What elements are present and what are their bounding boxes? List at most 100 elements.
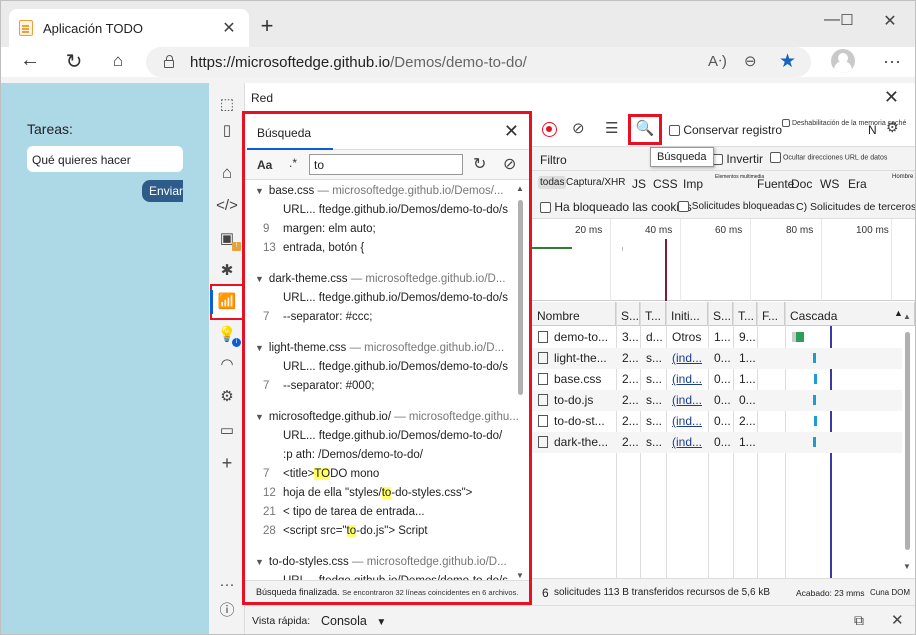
result-line[interactable]: URL... ftedge.github.io/Demos/demo-to-do… (245, 427, 519, 446)
type-filter-2[interactable]: JS (632, 177, 646, 191)
close-window-icon[interactable]: ✕ (875, 11, 905, 31)
table-scroll-down-icon[interactable]: ▼ (903, 562, 911, 571)
home-icon[interactable]: ⌂ (104, 51, 132, 71)
type-filter-0[interactable]: todas (538, 176, 567, 189)
network-search-button[interactable]: 🔍 (628, 114, 662, 145)
table-scroll-up-icon[interactable]: ▲ (903, 312, 911, 321)
table-row[interactable]: demo-to... 3... d... Otros 1... 9... (532, 327, 902, 348)
result-line[interactable]: 7 --separator: #ccc; (245, 308, 519, 327)
browser-tab[interactable]: Aplicación TODO ✕ (9, 9, 249, 47)
table-row[interactable]: base.css 2... s... (ind... 0... 1... (532, 369, 902, 390)
table-row[interactable]: to-do.js 2... s... (ind... 0... 0... (532, 390, 902, 411)
search-scrollbar[interactable]: ▲ ▼ (516, 184, 525, 580)
search-input[interactable]: to (309, 154, 463, 175)
expand-triangle-icon[interactable]: ▼ (255, 274, 264, 284)
scroll-up-icon[interactable]: ▲ (516, 184, 524, 193)
column-header-3[interactable]: Initi... (666, 302, 708, 326)
maximize-icon[interactable]: ☐ (832, 11, 862, 29)
initiator-link[interactable]: (ind... (672, 393, 702, 407)
network-wifi-icon[interactable]: 📶 (210, 284, 244, 320)
type-filter-8[interactable]: WS (820, 177, 839, 191)
expand-triangle-icon[interactable]: ▼ (255, 343, 264, 353)
table-row[interactable]: to-do-st... 2... s... (ind... 0... 2... (532, 411, 902, 432)
throttle-dropdown[interactable]: N (868, 123, 877, 137)
read-aloud-icon[interactable]: A͏ᐧ) (708, 52, 727, 70)
scroll-down-icon[interactable]: ▼ (516, 571, 524, 580)
more-menu-icon[interactable]: ··· (883, 51, 901, 72)
type-filter-1[interactable]: Captura/XHR (566, 177, 625, 188)
result-line[interactable]: URL... ftedge.github.io/Demos/demo-to-do… (245, 201, 519, 220)
record-icon[interactable] (542, 122, 557, 137)
initiator-link[interactable]: (ind... (672, 351, 702, 365)
more-options-icon[interactable]: ··· (215, 573, 239, 597)
sources-bug-icon[interactable]: ✱ (215, 259, 239, 283)
type-filter-6[interactable]: Fuente (757, 177, 794, 191)
timeline-overview[interactable]: 20 ms 40 ms 60 ms 80 ms 100 ms (532, 219, 915, 301)
filter-icon[interactable]: ☰ (605, 119, 618, 137)
memory-chip-icon[interactable]: ⚙ (215, 385, 239, 409)
console-icon[interactable]: ▣! (215, 227, 241, 251)
blocked-cookies-checkbox[interactable]: Ha bloqueado las cookies (540, 200, 692, 214)
elements-icon[interactable]: </> (215, 194, 239, 218)
result-line[interactable]: URL... ftedge.github.io/Demos/demo-to-do… (245, 289, 519, 308)
table-row[interactable]: light-the... 2... s... (ind... 0... 1... (532, 348, 902, 369)
refresh-icon[interactable]: ↻ (60, 49, 88, 74)
close-devtools-icon[interactable]: ✕ (884, 87, 899, 108)
clear-search-icon[interactable]: ⊘ (503, 154, 516, 174)
initiator-link[interactable]: (ind... (672, 435, 702, 449)
type-filter-10[interactable]: Hombre (892, 174, 913, 180)
result-line[interactable]: :p ath: /Demos/demo-to-do/ (245, 446, 519, 465)
close-search-icon[interactable]: ✕ (504, 121, 519, 142)
expand-triangle-icon[interactable]: ▼ (255, 186, 264, 196)
result-line[interactable]: 28 <script src="to-do.js"> Script (245, 522, 519, 541)
performance-gauge-icon[interactable]: ◠ (215, 353, 239, 377)
result-line[interactable]: URL... ftedge.github.io/Demos/demo-to-do… (245, 358, 519, 377)
table-row[interactable]: dark-the... 2... s... (ind... 0... 1... (532, 432, 902, 453)
sort-ascending-icon[interactable]: ▲ (894, 308, 903, 318)
tab-search[interactable]: Búsqueda (257, 126, 311, 140)
favorite-star-icon[interactable]: ★ (779, 50, 796, 73)
third-party-checkbox[interactable]: C) Solicitudes de terceros (796, 201, 915, 213)
quick-view-select[interactable]: Consola ▼ (321, 614, 386, 628)
issues-lightbulb-icon[interactable]: 💡 i (215, 323, 241, 347)
help-icon[interactable]: ⓘ (215, 599, 239, 623)
initiator-link[interactable]: (ind... (672, 372, 702, 386)
initiator-link[interactable]: (ind... (672, 414, 702, 428)
column-header-6[interactable]: F... (757, 302, 785, 326)
column-header-0[interactable]: Nombre (532, 302, 616, 326)
type-filter-7[interactable]: Doc (791, 177, 812, 191)
result-file[interactable]: ▼ light-theme.css — microsoftedge.github.… (245, 339, 519, 358)
column-header-5[interactable]: T... (733, 302, 757, 326)
result-line[interactable]: 9 margen: elm auto; (245, 220, 519, 239)
table-scroll-thumb[interactable] (905, 332, 910, 550)
more-tools-plus-icon[interactable]: + (215, 451, 239, 475)
result-line[interactable]: 7 <title>TODO mono (245, 465, 519, 484)
task-input[interactable]: Qué quieres hacer (27, 146, 183, 172)
lock-icon[interactable] (164, 55, 174, 68)
hide-data-urls-checkbox[interactable]: Ocultar direcciones URL de datos (770, 152, 887, 163)
result-line[interactable]: 12 hoja de ella "styles/to-do-styles.css"… (245, 484, 519, 503)
network-settings-icon[interactable]: ⚙ (886, 119, 899, 136)
result-file[interactable]: ▼ base.css — microsoftedge.github.io/Demo… (245, 182, 519, 201)
column-header-1[interactable]: S... (616, 302, 640, 326)
requests-scrollbar[interactable]: ▲ ▼ (903, 312, 913, 576)
invert-checkbox[interactable]: Invertir (712, 152, 763, 166)
type-filter-3[interactable]: CSS (653, 177, 678, 191)
new-tab-icon[interactable]: + (255, 13, 279, 39)
clear-icon[interactable]: ⊘ (572, 119, 585, 137)
welcome-home-icon[interactable]: ⌂ (215, 161, 239, 185)
match-case-button[interactable]: Aa (257, 158, 272, 172)
result-file[interactable]: ▼ to-do-styles.css — microsoftedge.github… (245, 553, 519, 572)
result-file[interactable]: ▼ dark-theme.css — microsoftedge.github.i… (245, 270, 519, 289)
column-header-4[interactable]: S... (708, 302, 733, 326)
column-header-2[interactable]: T... (640, 302, 666, 326)
type-filter-9[interactable]: Era (848, 177, 867, 191)
application-window-icon[interactable]: ▭ (215, 419, 239, 443)
address-bar[interactable]: https://microsoftedge.github.io/Demos/de… (146, 47, 811, 77)
scroll-thumb[interactable] (518, 200, 523, 395)
regex-button[interactable]: .* (289, 156, 297, 170)
result-line[interactable]: 21 < tipo de tarea de entrada... (245, 503, 519, 522)
send-button[interactable]: Enviar (142, 180, 183, 202)
expand-triangle-icon[interactable]: ▼ (255, 412, 264, 422)
device-emulation-icon[interactable]: ▯ (215, 119, 239, 143)
